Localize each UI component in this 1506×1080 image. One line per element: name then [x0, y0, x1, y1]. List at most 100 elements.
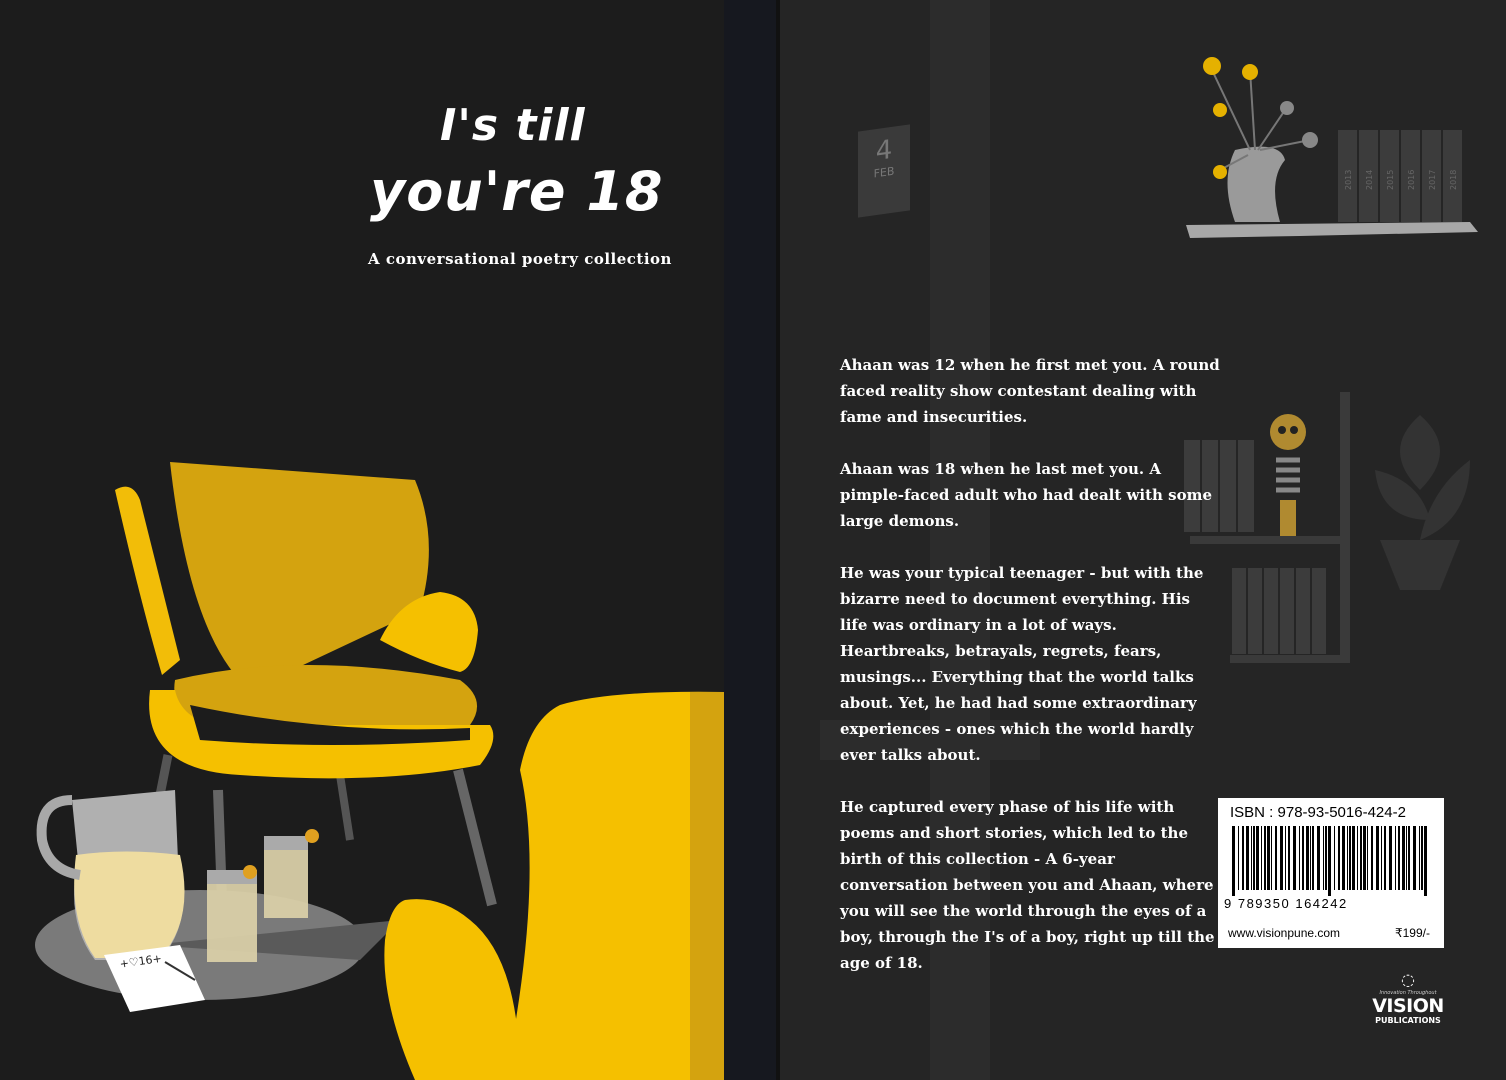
barcode-bar — [1376, 826, 1379, 890]
barcode-bar — [1293, 826, 1296, 890]
barcode-bar — [1398, 826, 1400, 890]
barcode-bar — [1325, 826, 1327, 890]
lower-shelf — [1230, 655, 1350, 663]
calendar-page: 4 FEB — [858, 124, 910, 218]
barcode-bar — [1238, 826, 1239, 890]
front-armchair-arm — [384, 899, 520, 1080]
barcode-bar — [1323, 826, 1324, 890]
barcode-bar — [1334, 826, 1335, 890]
barcode-bar — [1328, 826, 1331, 896]
barcode-bar — [1271, 826, 1272, 890]
barcode-bar — [1306, 826, 1309, 890]
toy-eye — [1290, 426, 1298, 434]
barcode-bar — [1302, 826, 1304, 890]
publisher-logo: ◌ Innovation Throughout VISION PUBLICATI… — [1368, 970, 1448, 1025]
year-book-label: 2015 — [1386, 170, 1395, 190]
barcode-bar — [1338, 826, 1340, 890]
toy-head — [1270, 414, 1306, 450]
barcode-bar — [1299, 826, 1300, 890]
barcode-bar — [1421, 826, 1423, 890]
barcode-bar — [1288, 826, 1290, 890]
book-price: ₹199/- — [1395, 926, 1430, 940]
year-book-label: 2016 — [1407, 170, 1416, 190]
shelf-book — [1312, 568, 1326, 654]
isbn-digits: 9 789350 164242 — [1224, 896, 1348, 911]
lemon-slice — [243, 865, 257, 879]
publisher-website: www.visionpune.com — [1228, 926, 1341, 940]
shelf-book — [1280, 568, 1294, 654]
isbn-label: ISBN : 978-93-5016-424-2 — [1230, 804, 1406, 821]
year-books: 2013 2014 2015 2016 2017 2018 — [1338, 130, 1462, 222]
jug-lemonade — [74, 851, 185, 958]
armchair-illustration: +♡16+ — [35, 462, 724, 1080]
toy-eye — [1278, 426, 1286, 434]
barcode — [1232, 826, 1427, 896]
front-cover: I's till you're 18 A conversational poet… — [0, 0, 724, 1080]
plant-leaf — [1400, 415, 1440, 490]
blurb-paragraph: Ahaan was 18 when he last met you. A pim… — [840, 460, 1213, 530]
year-book-label: 2013 — [1344, 170, 1353, 190]
barcode-bar — [1419, 826, 1420, 890]
barcode-bar — [1381, 826, 1382, 890]
shelf-book — [1238, 440, 1254, 532]
publisher-name: VISION — [1372, 995, 1444, 1017]
barcode-bar — [1395, 826, 1396, 890]
blurb-paragraph: He was your typical teenager - but with … — [840, 564, 1204, 764]
barcode-bar — [1264, 826, 1266, 890]
barcode-bar — [1312, 826, 1314, 890]
barcode-bar — [1371, 826, 1373, 890]
barcode-bar — [1408, 826, 1410, 890]
year-book-label: 2018 — [1449, 170, 1458, 190]
lower-books — [1232, 568, 1326, 654]
back-blurb: Ahaan was 12 when he first met you. A ro… — [840, 352, 1220, 1002]
flower-icon — [1203, 57, 1221, 75]
front-armchair-side — [690, 692, 724, 1080]
barcode-bar — [1389, 826, 1392, 890]
barcode-bar — [1347, 826, 1348, 890]
shelf-post — [1340, 392, 1350, 662]
barcode-bar — [1367, 826, 1368, 890]
barcode-bar — [1246, 826, 1249, 890]
barcode-bar — [1413, 826, 1416, 890]
flower-icon — [1280, 101, 1294, 115]
top-shelf — [1186, 222, 1478, 238]
barcode-bar — [1402, 826, 1405, 890]
barcode-bar — [1232, 826, 1235, 896]
toy-base — [1280, 500, 1296, 536]
barcode-bar — [1349, 826, 1351, 890]
lemon-slice — [305, 829, 319, 843]
barcode-bar — [1256, 826, 1259, 890]
barcode-bar — [1384, 826, 1386, 890]
plant-pot — [1380, 540, 1460, 590]
chair-leg — [336, 774, 354, 841]
barcode-bar — [1267, 826, 1270, 890]
toy-spring — [1276, 457, 1300, 493]
barcode-bar — [1253, 826, 1255, 890]
barcode-bar — [1251, 826, 1252, 890]
book-cover-spread: I's till you're 18 A conversational poet… — [0, 0, 1506, 1080]
barcode-bar — [1424, 826, 1427, 896]
barcode-bar — [1363, 826, 1366, 890]
publisher-sub: PUBLICATIONS — [1375, 1016, 1441, 1025]
barcode-bar — [1275, 826, 1277, 890]
barcode-bar — [1280, 826, 1283, 890]
isbn-barcode-box: ISBN : 978-93-5016-424-2 9 789350 164242… — [1218, 798, 1444, 948]
flower-icon — [1302, 132, 1318, 148]
barcode-bar — [1342, 826, 1345, 890]
flower-vase — [1227, 146, 1285, 222]
blurb-paragraph: Ahaan was 12 when he first met you. A ro… — [840, 356, 1220, 426]
flower-icon — [1213, 165, 1227, 179]
barcode-bar — [1360, 826, 1362, 890]
shelf-book — [1248, 568, 1262, 654]
shelf-book — [1232, 568, 1246, 654]
shelf-book — [1264, 568, 1278, 654]
barcode-bar — [1352, 826, 1355, 890]
barcode-bar — [1261, 826, 1262, 890]
barcode-bar — [1310, 826, 1311, 890]
flower-icon — [1242, 64, 1258, 80]
barcode-bar — [1317, 826, 1320, 890]
flower-icon — [1213, 103, 1227, 117]
year-book-label: 2014 — [1365, 170, 1374, 190]
book-spine — [724, 0, 780, 1080]
chair-back — [170, 462, 429, 690]
